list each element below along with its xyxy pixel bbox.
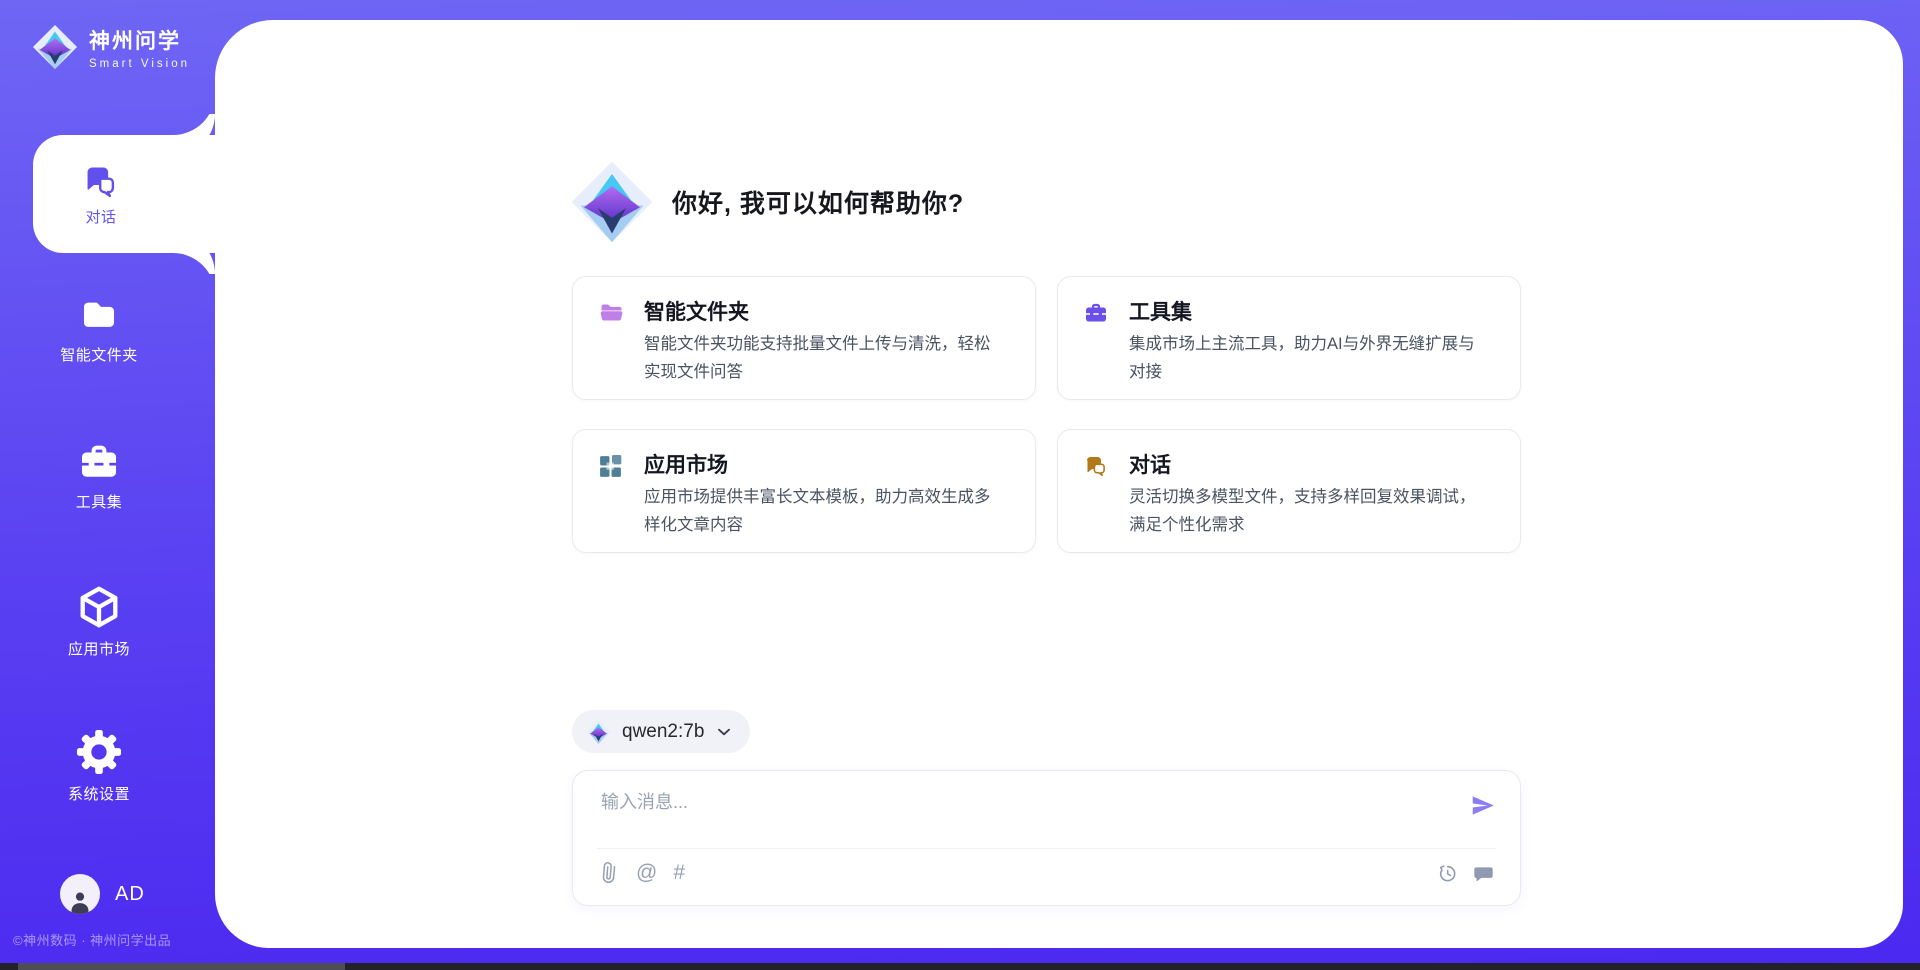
card-description: 应用市场提供丰富长文本模板，助力高效生成多样化文章内容 xyxy=(644,484,1002,539)
sidebar-item-label: 应用市场 xyxy=(68,638,130,659)
user-profile[interactable]: AD xyxy=(60,874,145,914)
message-icon xyxy=(1472,863,1495,884)
greeting-title: 你好, 我可以如何帮助你? xyxy=(672,184,964,220)
copyright-text: ©神州数码 · 神州问学出品 xyxy=(13,930,171,949)
sidebar-item-label: 智能文件夹 xyxy=(60,344,138,365)
composer-tools: @ # xyxy=(598,861,685,884)
sidebar-item-smart-folder[interactable]: 智能文件夹 xyxy=(0,296,198,365)
history-icon xyxy=(1437,863,1458,884)
card-description: 集成市场上主流工具，助力AI与外界无缝扩展与对接 xyxy=(1129,331,1487,386)
gem-logo-icon xyxy=(32,22,78,72)
card-title: 工具集 xyxy=(1129,296,1192,326)
briefcase-icon xyxy=(76,440,122,483)
send-icon xyxy=(1469,793,1496,818)
attach-button[interactable] xyxy=(598,861,620,884)
composer: @ # xyxy=(572,770,1521,906)
message-button[interactable] xyxy=(1472,863,1495,884)
main-panel: 你好, 我可以如何帮助你? 智能文件夹 智能文件夹功能支持批量文件上传与清洗，轻… xyxy=(215,20,1903,948)
chat-bubbles-icon xyxy=(1083,454,1109,478)
open-folder-icon xyxy=(598,301,625,325)
card-title: 应用市场 xyxy=(644,449,728,479)
app-grid-icon xyxy=(598,454,623,479)
gem-logo-icon xyxy=(586,719,611,745)
folder-icon xyxy=(76,296,122,336)
chat-bubbles-icon xyxy=(81,162,121,200)
brand: 神州问学 Smart Vision xyxy=(32,22,190,72)
cube-icon xyxy=(76,584,122,630)
paperclip-icon xyxy=(598,861,620,884)
card-title: 智能文件夹 xyxy=(644,296,749,326)
horizontal-scrollbar[interactable] xyxy=(0,963,1920,970)
card-description: 智能文件夹功能支持批量文件上传与清洗，轻松实现文件问答 xyxy=(644,331,1002,386)
user-name: AD xyxy=(115,883,145,906)
card-title: 对话 xyxy=(1129,449,1171,479)
briefcase-icon xyxy=(1083,301,1109,325)
model-name: qwen2:7b xyxy=(622,721,704,743)
sidebar-item-toolset[interactable]: 工具集 xyxy=(0,440,198,512)
composer-right-tools xyxy=(1437,863,1495,884)
card-description: 灵活切换多模型文件，支持多样回复效果调试，满足个性化需求 xyxy=(1129,484,1487,539)
model-selector[interactable]: qwen2:7b xyxy=(572,710,750,753)
card-chat[interactable]: 对话 灵活切换多模型文件，支持多样回复效果调试，满足个性化需求 xyxy=(1057,429,1521,553)
card-smart-folder[interactable]: 智能文件夹 智能文件夹功能支持批量文件上传与清洗，轻松实现文件问答 xyxy=(572,276,1036,400)
sidebar-item-chat[interactable]: 对话 xyxy=(33,135,215,253)
send-button[interactable] xyxy=(1469,793,1496,823)
sidebar-item-settings[interactable]: 系统设置 xyxy=(0,729,198,804)
feature-cards: 智能文件夹 智能文件夹功能支持批量文件上传与清洗，轻松实现文件问答 工具集 集成… xyxy=(572,276,1521,553)
sidebar-item-app-market[interactable]: 应用市场 xyxy=(0,584,198,659)
chevron-down-icon xyxy=(714,722,734,742)
sidebar-item-label: 对话 xyxy=(85,206,116,227)
avatar xyxy=(60,874,100,914)
gem-logo-icon xyxy=(570,160,654,244)
gear-icon xyxy=(76,729,122,775)
brand-name: 神州问学 xyxy=(89,25,190,55)
brand-subtitle: Smart Vision xyxy=(89,58,190,70)
card-app-market[interactable]: 应用市场 应用市场提供丰富长文本模板，助力高效生成多样化文章内容 xyxy=(572,429,1036,553)
composer-divider xyxy=(597,848,1496,849)
card-toolset[interactable]: 工具集 集成市场上主流工具，助力AI与外界无缝扩展与对接 xyxy=(1057,276,1521,400)
greeting: 你好, 我可以如何帮助你? xyxy=(570,160,964,244)
person-icon xyxy=(67,888,93,914)
app-root: 神州问学 Smart Vision 对话 智能文件夹 工具集 xyxy=(0,0,1920,970)
history-button[interactable] xyxy=(1437,863,1458,884)
sidebar-item-label: 系统设置 xyxy=(68,783,130,804)
scrollbar-thumb[interactable] xyxy=(18,963,345,970)
sidebar-item-label: 工具集 xyxy=(76,491,123,512)
hashtag-icon[interactable]: # xyxy=(673,862,685,883)
mention-icon[interactable]: @ xyxy=(636,862,657,883)
message-input[interactable] xyxy=(601,787,1441,817)
